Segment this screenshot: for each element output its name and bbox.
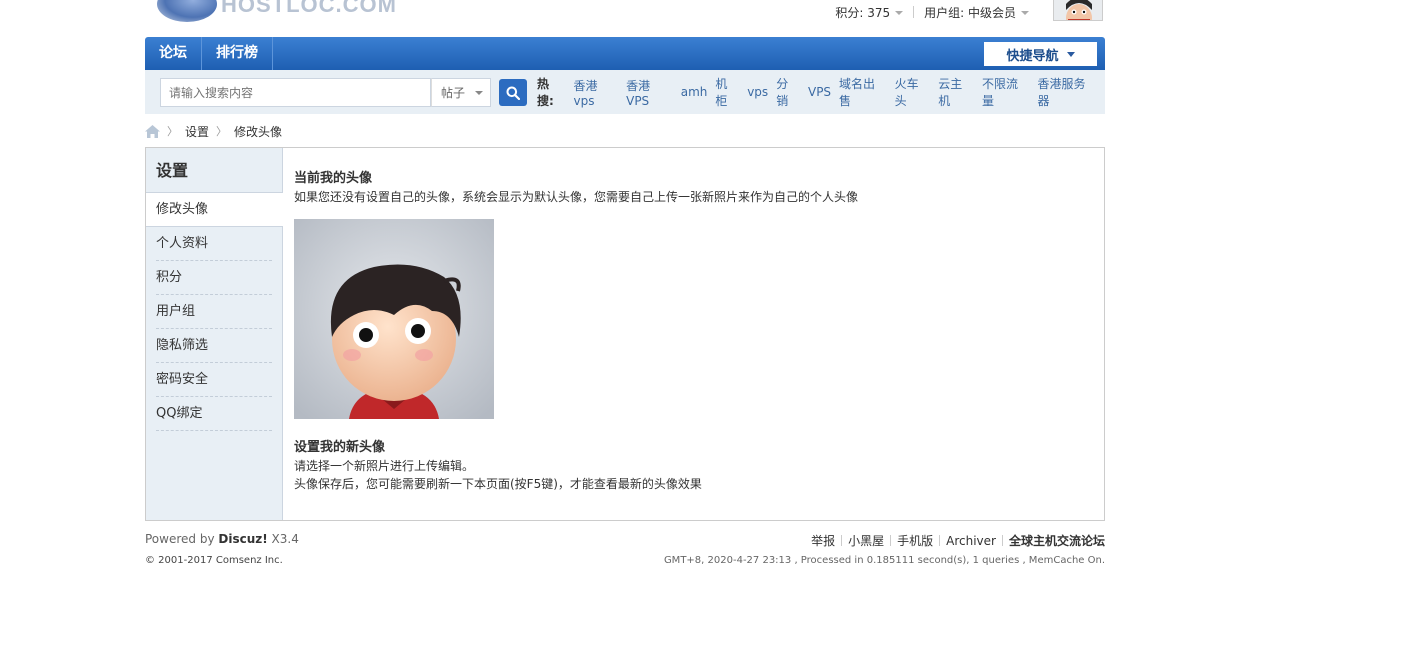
- footer-link-archiver[interactable]: Archiver: [946, 534, 996, 548]
- quick-nav-button[interactable]: 快捷导航: [984, 42, 1097, 66]
- hot-term[interactable]: 不限流量: [982, 75, 1030, 109]
- footer-meta: GMT+8, 2020-4-27 23:13 , Processed in 0.…: [663, 555, 1105, 566]
- divider: [890, 535, 892, 546]
- usergroup-menu[interactable]: 用户组: 中级会员: [914, 4, 1039, 21]
- search-button[interactable]: [499, 79, 527, 106]
- search-input[interactable]: [160, 78, 431, 107]
- hot-search-label: 热搜:: [537, 77, 554, 108]
- current-avatar-desc: 如果您还没有设置自己的头像，系统会显示为默认头像，您需要自己上传一张新照片来作为…: [294, 190, 859, 204]
- sidebar-item-password[interactable]: 密码安全: [156, 363, 272, 397]
- hot-term[interactable]: 分销: [776, 75, 800, 109]
- divider: [939, 535, 941, 546]
- nav-item-forum[interactable]: 论坛: [145, 37, 202, 70]
- breadcrumb-separator: 〉: [216, 125, 228, 138]
- avatar-content: 当前我的头像 如果您还没有设置自己的头像，系统会显示为默认头像，您需要自己上传一…: [294, 167, 1094, 493]
- discuz-link[interactable]: Discuz!: [218, 532, 267, 546]
- user-avatar[interactable]: [1053, 0, 1103, 21]
- site-logo[interactable]: HOSTLOC.COM: [153, 0, 403, 26]
- sidebar-item-avatar[interactable]: 修改头像: [146, 193, 283, 227]
- hot-term[interactable]: 域名出售: [839, 75, 887, 109]
- top-header: HOSTLOC.COM 积分: 375 用户组: 中级会员: [145, 0, 1105, 37]
- settings-sidebar: 设置 修改头像 个人资料 积分 用户组 隐私筛选 密码安全 QQ绑定: [146, 148, 283, 520]
- settings-panel: 设置 修改头像 个人资料 积分 用户组 隐私筛选 密码安全 QQ绑定 当前我的头…: [145, 147, 1105, 521]
- hot-term[interactable]: amh: [681, 85, 708, 99]
- new-avatar-title: 设置我的新头像: [294, 440, 386, 455]
- new-avatar-desc-1: 请选择一个新照片进行上传编辑。: [294, 459, 475, 473]
- chevron-down-icon: [475, 91, 484, 95]
- footer-link-blacklist[interactable]: 小黑屋: [848, 532, 884, 549]
- hot-term[interactable]: 火车头: [895, 75, 931, 109]
- chevron-down-icon: [1066, 51, 1075, 57]
- breadcrumb-separator: 〉: [167, 125, 178, 138]
- hot-term[interactable]: 香港服务器: [1038, 75, 1097, 109]
- home-icon[interactable]: [145, 124, 160, 138]
- hot-term[interactable]: vps: [747, 85, 768, 99]
- logo-text: HOSTLOC.COM: [221, 0, 397, 17]
- breadcrumb-current: 修改头像: [234, 124, 283, 139]
- main-nav: 论坛 排行榜 快捷导航: [145, 37, 1105, 70]
- current-avatar-title: 当前我的头像: [294, 171, 373, 186]
- current-avatar-image: [294, 219, 494, 419]
- sidebar-item-qq[interactable]: QQ绑定: [156, 397, 272, 431]
- usergroup-label: 用户组: 中级会员: [924, 5, 1016, 20]
- nav-item-ranking[interactable]: 排行榜: [202, 37, 273, 70]
- sidebar-item-profile[interactable]: 个人资料: [156, 227, 272, 261]
- footer-site-name[interactable]: 全球主机交流论坛: [1009, 532, 1105, 549]
- copyright: © 2001-2017 Comsenz Inc.: [145, 555, 283, 566]
- hot-term[interactable]: 云主机: [938, 75, 974, 109]
- footer-link-mobile[interactable]: 手机版: [897, 532, 933, 549]
- powered-version: X3.4: [267, 532, 299, 546]
- hot-search: 热搜: 香港vps 香港VPS amh 机柜 vps 分销 VPS 域名出售 火…: [537, 70, 1105, 114]
- hot-term[interactable]: 机柜: [715, 75, 739, 109]
- divider: [841, 535, 843, 546]
- footer-links: 举报 小黑屋 手机版 Archiver 全球主机交流论坛: [811, 532, 1105, 549]
- sidebar-item-usergroup[interactable]: 用户组: [156, 295, 272, 329]
- sidebar-title: 设置: [146, 148, 282, 193]
- powered-by: Powered by Discuz! X3.4: [145, 532, 299, 546]
- points-menu[interactable]: 积分: 375: [825, 4, 913, 21]
- hot-term[interactable]: 香港vps: [574, 77, 619, 108]
- chevron-down-icon: [1021, 10, 1029, 15]
- sidebar-item-privacy[interactable]: 隐私筛选: [156, 329, 272, 363]
- logo-swoosh: [157, 0, 217, 22]
- user-info: 积分: 375 用户组: 中级会员: [825, 0, 1105, 22]
- divider: [1001, 535, 1003, 546]
- hot-term[interactable]: VPS: [808, 85, 831, 99]
- search-type-select[interactable]: 帖子: [431, 78, 491, 107]
- chevron-down-icon: [895, 10, 904, 15]
- points-label: 积分: 375: [835, 5, 891, 20]
- footer-link-report[interactable]: 举报: [811, 532, 835, 549]
- sidebar-item-credits[interactable]: 积分: [156, 261, 272, 295]
- quick-nav-label: 快捷导航: [1006, 48, 1059, 64]
- new-avatar-desc-2: 头像保存后，您可能需要刷新一下本页面(按F5键)，才能查看最新的头像效果: [294, 477, 702, 491]
- search-bar: 帖子 热搜: 香港vps 香港VPS amh 机柜 vps 分销 VPS 域名出…: [145, 70, 1105, 114]
- breadcrumb: 〉 设置 〉 修改头像: [145, 122, 282, 140]
- search-icon: [506, 86, 520, 100]
- search-type-label: 帖子: [441, 86, 466, 100]
- breadcrumb-settings[interactable]: 设置: [185, 123, 209, 140]
- powered-prefix: Powered by: [145, 532, 219, 546]
- hot-term[interactable]: 香港VPS: [626, 77, 673, 108]
